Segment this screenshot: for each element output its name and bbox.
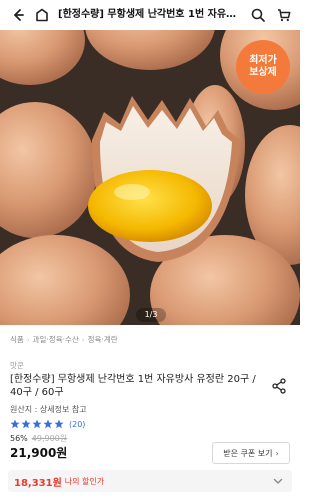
origin-info: 원산지 : 상세정보 참고 <box>10 405 87 414</box>
badge-line-1: 최저가 <box>249 55 277 66</box>
breadcrumb: 식품 › 과일·정육·수산 › 정육·계란 <box>10 334 118 345</box>
view-coupons-button[interactable]: 받은 쿠폰 보기 › <box>212 442 290 464</box>
star-icon <box>10 419 20 429</box>
rating[interactable]: (20) <box>10 418 85 430</box>
review-count[interactable]: (20) <box>69 420 85 429</box>
chevron-right-icon: › <box>26 335 30 344</box>
chevron-right-icon: › <box>275 448 279 458</box>
original-price: 49,900원 <box>31 434 68 443</box>
my-discount-label: 나의 할인가 <box>64 476 105 486</box>
top-bar: [한정수량] 무항생제 난각번호 1번 자유방사 유정란 20구 / 40구 /… <box>0 0 300 30</box>
star-icon <box>43 419 53 429</box>
back-arrow-icon[interactable] <box>6 3 30 27</box>
share-icon[interactable] <box>270 377 288 395</box>
home-icon[interactable] <box>30 3 54 27</box>
image-counter: 1/3 <box>136 308 166 322</box>
sale-price: 21,900원 <box>10 446 68 460</box>
my-discount-price: 18,331원 <box>14 477 62 489</box>
coupon-label: 받은 쿠폰 보기 <box>223 448 273 458</box>
discount-rate: 56% <box>10 434 28 443</box>
badge-line-2: 보상제 <box>249 67 277 78</box>
cart-icon[interactable] <box>272 3 296 27</box>
discount-row: 56% 49,900원 <box>10 433 67 444</box>
chevron-down-icon <box>273 478 283 484</box>
product-name: [한정수량] 무항생제 난각번호 1번 자유방사 유정란 20구 / 40구 /… <box>10 374 256 398</box>
chevron-right-icon: › <box>81 335 85 344</box>
star-icon <box>32 419 42 429</box>
breadcrumb-item-fresh[interactable]: 과일·정육·수산 <box>33 334 79 345</box>
lowest-price-badge: 최저가 보상제 <box>236 40 290 94</box>
breadcrumb-item-meat-egg[interactable]: 정육·계란 <box>88 334 118 345</box>
search-icon[interactable] <box>246 3 270 27</box>
product-image-carousel[interactable]: 최저가 보상제 1/3 <box>0 30 300 325</box>
breadcrumb-item-food[interactable]: 식품 <box>10 334 24 345</box>
page-title: [한정수량] 무항생제 난각번호 1번 자유방사 유정란 20구 / 40구 /… <box>58 9 238 20</box>
brand-name[interactable]: 맛쿤 <box>10 360 24 371</box>
star-icon <box>54 419 64 429</box>
my-discount-price-row[interactable]: 18,331원 나의 할인가 <box>8 470 292 492</box>
star-icon <box>21 419 31 429</box>
